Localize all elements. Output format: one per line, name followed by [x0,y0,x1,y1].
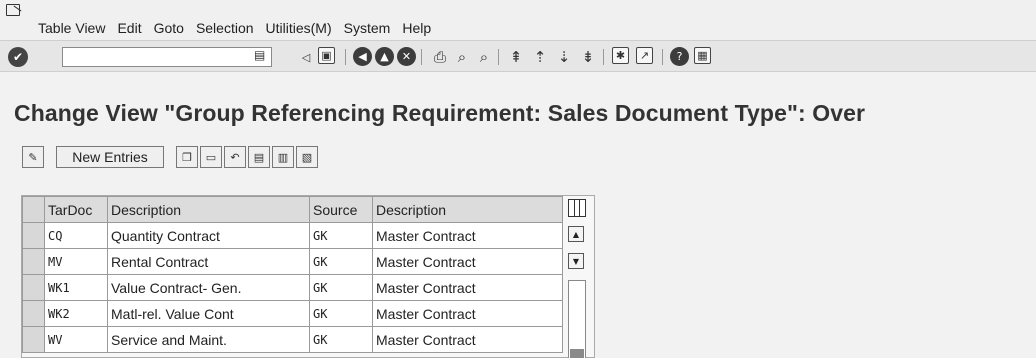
row-selector[interactable] [22,326,45,353]
data-table: TarDoc Description Source Description CQ… [22,196,563,353]
column-header-tardoc[interactable]: TarDoc [44,196,108,223]
menu-item-edit[interactable]: Edit [117,20,141,36]
exit-icon[interactable]: ▲ [375,47,394,66]
standard-toolbar: ✔ ▤ ◁ ▣ ◀ ▲ ✕ ⎙ ⌕ ⌕ ⇞ ⇡ ⇣ ⇟ ✱ ↗ ? ▦ [0,40,1036,72]
table-row: WV Service and Maint. GK Master Contract [22,326,563,353]
vertical-scrollbar[interactable] [568,280,586,358]
menu-item-table-view[interactable]: Table View [38,20,105,36]
menu-bar-area: Table View Edit Goto Selection Utilities… [0,0,1036,40]
row-selector[interactable] [22,274,45,301]
description-cell[interactable]: Rental Contract [107,248,310,275]
undo-change-icon[interactable]: ↶ [224,146,246,168]
last-page-icon[interactable]: ⇟ [578,47,598,67]
save-icon[interactable]: ▣ [318,47,335,64]
table-control: TarDoc Description Source Description CQ… [21,195,595,358]
table-row: WK1 Value Contract- Gen. GK Master Contr… [22,274,563,301]
menu-item-help[interactable]: Help [402,20,431,36]
column-header-source-description[interactable]: Description [372,196,563,223]
table-row: MV Rental Contract GK Master Contract [22,248,563,275]
find-next-icon[interactable]: ⌕ [474,47,494,67]
description-cell[interactable]: Matl-rel. Value Cont [107,300,310,327]
menu-corner-icon[interactable] [6,4,20,16]
row-selector[interactable] [22,222,45,249]
source-description-cell[interactable]: Master Contract [372,300,563,327]
source-cell[interactable]: GK [309,222,373,249]
command-history-icon[interactable]: ▤ [254,48,265,62]
toolbar-separator [498,49,499,65]
copy-as-icon[interactable]: ❐ [176,146,198,168]
page-title: Change View "Group Referencing Requireme… [14,100,866,126]
previous-page-icon[interactable]: ⇡ [530,47,550,67]
select-all-rows-button[interactable] [22,196,45,223]
source-description-cell[interactable]: Master Contract [372,222,563,249]
source-description-cell[interactable]: Master Contract [372,274,563,301]
source-cell[interactable]: GK [309,274,373,301]
menu-item-utilities[interactable]: Utilities(M) [266,20,332,36]
description-cell[interactable]: Value Contract- Gen. [107,274,310,301]
new-entries-button[interactable]: New Entries [56,146,164,168]
tardoc-cell[interactable]: CQ [44,222,108,249]
menu-item-selection[interactable]: Selection [196,20,254,36]
find-icon[interactable]: ⌕ [452,47,472,67]
source-description-cell[interactable]: Master Contract [372,326,563,353]
table-header-row: TarDoc Description Source Description [22,196,563,223]
back-icon[interactable]: ◀ [353,47,372,66]
shortcut-icon[interactable]: ↗ [636,47,653,64]
scroll-down-arrow-icon[interactable]: ▼ [568,253,584,269]
create-session-icon[interactable]: ✱ [612,47,629,64]
display-change-icon[interactable]: ✎ [22,146,44,168]
tardoc-cell[interactable]: MV [44,248,108,275]
toolbar-separator [421,49,422,65]
table-row: WK2 Matl-rel. Value Cont GK Master Contr… [22,300,563,327]
description-cell[interactable]: Quantity Contract [107,222,310,249]
toolbar-separator [662,49,663,65]
delete-icon[interactable]: ▭ [200,146,222,168]
source-cell[interactable]: GK [309,300,373,327]
table-row: CQ Quantity Contract GK Master Contract [22,222,563,249]
menu-item-system[interactable]: System [344,20,391,36]
command-field[interactable] [62,47,272,67]
scrollbar-thumb[interactable] [570,349,584,358]
next-page-icon[interactable]: ⇣ [554,47,574,67]
deselect-all-icon[interactable]: ▧ [296,146,318,168]
help-icon[interactable]: ? [670,47,689,66]
first-page-icon[interactable]: ⇞ [506,47,526,67]
column-settings-icon[interactable] [568,199,586,217]
source-cell[interactable]: GK [309,248,373,275]
menu-bar: Table View Edit Goto Selection Utilities… [38,20,443,36]
collapse-icon[interactable]: ◁ [296,47,316,67]
application-toolbar: ✎ New Entries ❐ ▭ ↶ ▤ ▥ ▧ [0,142,1036,172]
source-description-cell[interactable]: Master Contract [372,248,563,275]
row-selector[interactable] [22,300,45,327]
tardoc-cell[interactable]: WV [44,326,108,353]
column-header-description[interactable]: Description [107,196,310,223]
toolbar-separator [603,49,604,65]
tardoc-cell[interactable]: WK1 [44,274,108,301]
cancel-icon[interactable]: ✕ [397,47,416,66]
menu-item-goto[interactable]: Goto [154,20,184,36]
scroll-up-arrow-icon[interactable]: ▲ [568,226,584,242]
select-block-icon[interactable]: ▥ [272,146,294,168]
layout-icon[interactable]: ▦ [694,47,711,64]
tardoc-cell[interactable]: WK2 [44,300,108,327]
print-icon[interactable]: ⎙ [430,47,450,67]
column-header-source[interactable]: Source [309,196,373,223]
select-all-icon[interactable]: ▤ [248,146,270,168]
row-selector[interactable] [22,248,45,275]
check-icon[interactable]: ✔ [8,47,28,67]
source-cell[interactable]: GK [309,326,373,353]
toolbar-separator [345,49,346,65]
description-cell[interactable]: Service and Maint. [107,326,310,353]
